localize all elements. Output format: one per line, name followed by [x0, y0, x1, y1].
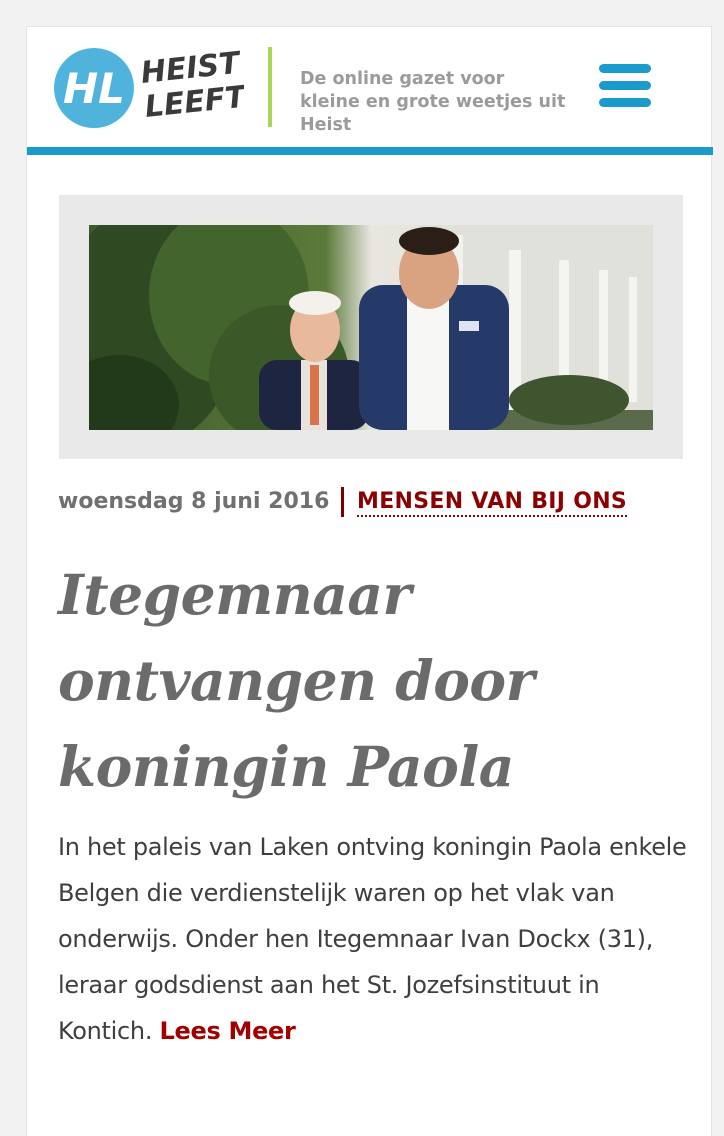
- category-link[interactable]: MENSEN VAN BIJ ONS: [357, 489, 628, 517]
- menu-bar: [599, 98, 651, 107]
- article-excerpt: In het paleis van Laken ontving koningin…: [58, 824, 698, 1054]
- site-tagline: De online gazet voor kleine en grote wee…: [300, 69, 566, 135]
- excerpt-text: In het paleis van Laken ontving koningin…: [58, 833, 687, 1045]
- read-more-link[interactable]: Lees Meer: [160, 1017, 296, 1045]
- header-divider: [268, 47, 272, 127]
- site-logo[interactable]: HL HEIST LEEFT: [54, 47, 244, 129]
- menu-bar: [599, 81, 651, 90]
- article-title[interactable]: Itegemnaar ontvangen door koningin Paola: [58, 552, 678, 810]
- site-header: HL HEIST LEEFT De online gazet voor klei…: [27, 27, 711, 147]
- article-meta: woensdag 8 juni 2016 MENSEN VAN BIJ ONS: [58, 485, 698, 525]
- article-photo[interactable]: [89, 225, 653, 430]
- header-accent-bar: [27, 147, 713, 155]
- meta-separator: [341, 487, 344, 517]
- article-image-frame: [59, 195, 683, 459]
- page-container: HL HEIST LEEFT De online gazet voor klei…: [26, 26, 713, 1136]
- hamburger-menu-icon[interactable]: [599, 64, 653, 110]
- logo-monogram: HL: [63, 64, 125, 113]
- menu-bar: [599, 64, 651, 73]
- article-date: woensdag 8 juni 2016: [58, 489, 330, 514]
